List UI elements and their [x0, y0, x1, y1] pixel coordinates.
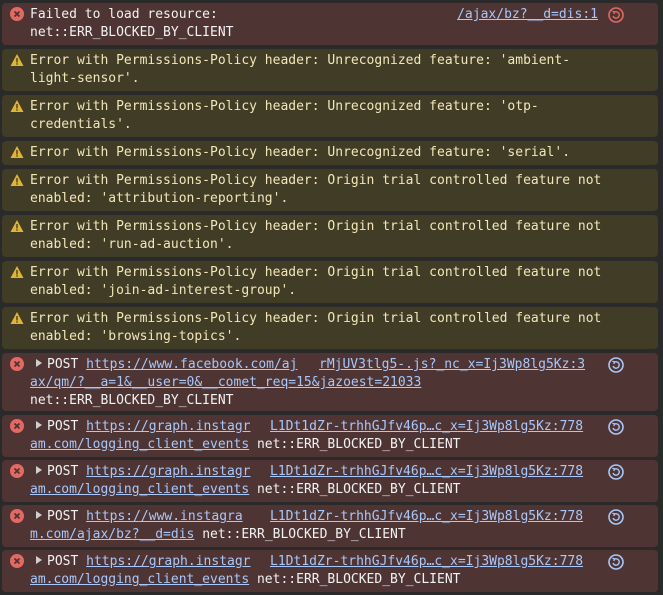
error-icon	[10, 419, 24, 433]
warning-icon	[10, 100, 24, 112]
console-error-message: POST https://graph.instagr am.com/loggin…	[2, 460, 658, 502]
console-warning-message: Error with Permissions-Policy header: Or…	[2, 307, 658, 349]
request-method: POST	[47, 554, 79, 569]
request-url-link[interactable]: https://graph.instagr	[86, 419, 250, 434]
source-link[interactable]: rMjUV3tlg5-.js?_nc_x=Ij3Wp8lg5Kz:3	[319, 356, 585, 374]
request-url-link[interactable]: am.com/logging_client_events	[30, 572, 249, 587]
error-icon	[10, 554, 24, 568]
request-url-link[interactable]: https://www.facebook.com/aj	[86, 357, 297, 372]
message-text: net::ERR_BLOCKED_BY_CLIENT	[202, 527, 406, 542]
replay-icon[interactable]	[608, 7, 624, 23]
message-text: Error with Permissions-Policy header: Or…	[30, 311, 602, 326]
source-link[interactable]: /ajax/bz?__d=dis:1	[457, 6, 598, 24]
console-warning-message: Error with Permissions-Policy header: Or…	[2, 215, 658, 257]
console-error-message: POST https://www.instagra m.com/ajax/bz?…	[2, 505, 658, 547]
warning-icon	[10, 266, 24, 278]
message-text: enabled: 'attribution-reporting'.	[30, 191, 289, 206]
message-text: Error with Permissions-Policy header: Or…	[30, 173, 602, 188]
request-url-link[interactable]: am.com/logging_client_events	[30, 482, 249, 497]
expand-triangle-icon[interactable]	[36, 359, 42, 367]
replay-icon[interactable]	[608, 464, 624, 480]
request-method: POST	[47, 509, 79, 524]
error-icon	[10, 7, 24, 21]
replay-icon[interactable]	[608, 357, 624, 373]
message-text: Error with Permissions-Policy header: Un…	[30, 145, 571, 160]
message-text: Error with Permissions-Policy header: Or…	[30, 265, 602, 280]
console-warning-message: Error with Permissions-Policy header: Un…	[2, 49, 658, 91]
message-text: net::ERR_BLOCKED_BY_CLIENT	[30, 393, 234, 408]
message-text: enabled: 'run-ad-auction'.	[30, 237, 234, 252]
request-method: POST	[47, 357, 79, 372]
console-panel: Failed to load resource: net::ERR_BLOCKE…	[0, 0, 663, 595]
console-warning-message: Error with Permissions-Policy header: Un…	[2, 141, 658, 165]
request-url-link[interactable]: m.com/ajax/bz?__d=dis	[30, 527, 194, 542]
message-text: net::ERR_BLOCKED_BY_CLIENT	[30, 25, 234, 40]
request-url-link[interactable]: am.com/logging_client_events	[30, 437, 249, 452]
console-error-message: Failed to load resource: net::ERR_BLOCKE…	[2, 3, 658, 45]
replay-icon[interactable]	[608, 419, 624, 435]
request-method: POST	[47, 419, 79, 434]
source-link[interactable]: L1Dt1dZr-trhhGJfv46p…c_x=Ij3Wp8lg5Kz:778	[270, 418, 583, 436]
console-error-message: POST https://graph.instagr am.com/loggin…	[2, 550, 658, 592]
warning-icon	[10, 54, 24, 66]
message-text: net::ERR_BLOCKED_BY_CLIENT	[256, 437, 461, 452]
message-text: net::ERR_BLOCKED_BY_CLIENT	[256, 572, 461, 587]
console-warning-message: Error with Permissions-Policy header: Or…	[2, 261, 658, 303]
request-url-link[interactable]: https://graph.instagr	[86, 464, 250, 479]
warning-icon	[10, 220, 24, 232]
expand-triangle-icon[interactable]	[36, 556, 42, 564]
warning-icon	[10, 146, 24, 158]
expand-triangle-icon[interactable]	[36, 511, 42, 519]
message-text: enabled: 'join-ad-interest-group'.	[30, 283, 297, 298]
expand-triangle-icon[interactable]	[36, 421, 42, 429]
error-icon	[10, 357, 24, 371]
error-icon	[10, 464, 24, 478]
request-url-link[interactable]: https://www.instagra	[86, 509, 243, 524]
message-text: Error with Permissions-Policy header: Or…	[30, 219, 602, 234]
console-warning-message: Error with Permissions-Policy header: Un…	[2, 95, 658, 137]
request-url-link[interactable]: ax/qm/?__a=1&__user=0&__comet_req=15&jaz…	[30, 375, 421, 390]
replay-icon[interactable]	[608, 554, 624, 570]
warning-icon	[10, 174, 24, 186]
message-text: enabled: 'browsing-topics'.	[30, 329, 242, 344]
expand-triangle-icon[interactable]	[36, 466, 42, 474]
message-text: net::ERR_BLOCKED_BY_CLIENT	[256, 482, 461, 497]
error-icon	[10, 509, 24, 523]
message-text: Error with Permissions-Policy header: Un…	[30, 99, 539, 114]
source-link[interactable]: L1Dt1dZr-trhhGJfv46p…c_x=Ij3Wp8lg5Kz:778	[270, 508, 583, 526]
warning-icon	[10, 312, 24, 324]
console-error-message: POST https://graph.instagr am.com/loggin…	[2, 415, 658, 457]
request-url-link[interactable]: https://graph.instagr	[86, 554, 250, 569]
console-error-message: POST https://www.facebook.com/aj ax/qm/?…	[2, 353, 658, 411]
message-text: Error with Permissions-Policy header: Un…	[30, 53, 571, 68]
replay-icon[interactable]	[608, 509, 624, 525]
message-text: light-sensor'.	[30, 71, 140, 86]
message-text: credentials'.	[30, 117, 132, 132]
console-warning-message: Error with Permissions-Policy header: Or…	[2, 169, 658, 211]
request-method: POST	[47, 464, 79, 479]
source-link[interactable]: L1Dt1dZr-trhhGJfv46p…c_x=Ij3Wp8lg5Kz:778	[270, 463, 583, 481]
source-link[interactable]: L1Dt1dZr-trhhGJfv46p…c_x=Ij3Wp8lg5Kz:778	[270, 553, 583, 571]
